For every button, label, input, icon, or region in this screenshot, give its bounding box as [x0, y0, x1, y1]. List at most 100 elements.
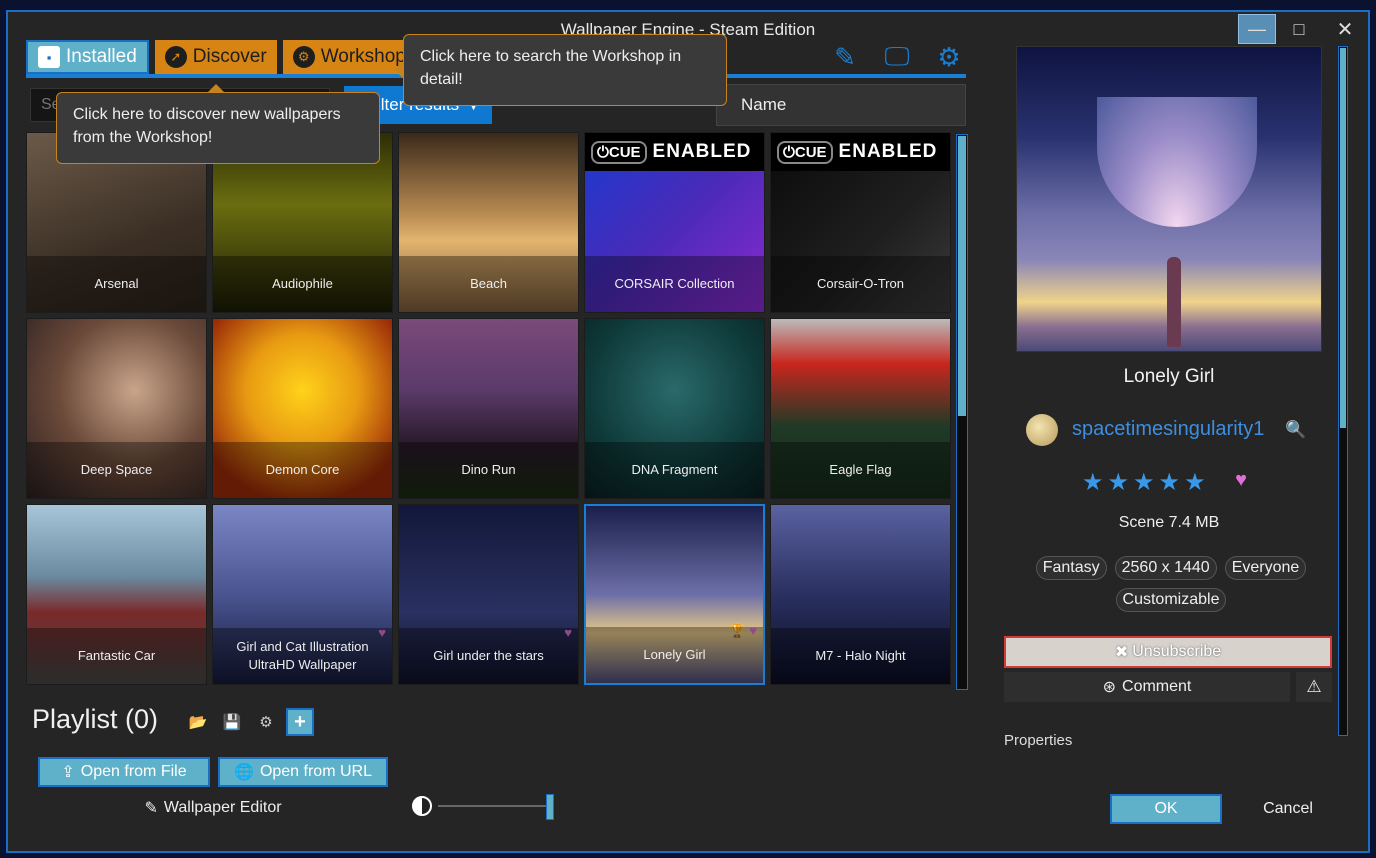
plus-icon: +: [294, 710, 306, 733]
wallpaper-title: Girl under the stars: [399, 628, 578, 684]
upload-icon: ⇪: [61, 764, 75, 781]
details-scroll-thumb[interactable]: [1340, 48, 1346, 428]
wallpaper-title: Lonely Girl: [1123, 366, 1215, 387]
wallpaper-tile[interactable]: Dino Run: [398, 318, 579, 499]
save-playlist-button[interactable]: 💾: [218, 708, 246, 736]
rating-stars: ★ ★ ★ ★ ★: [1082, 468, 1206, 497]
wallpaper-title: Arsenal: [27, 256, 206, 312]
wallpaper-title: Eagle Flag: [771, 442, 950, 498]
star-icon[interactable]: ★: [1184, 468, 1206, 497]
tag-list: Fantasy 2560 x 1440 Everyone Customizable: [1026, 556, 1316, 612]
add-to-playlist-button[interactable]: +: [286, 708, 314, 736]
wallpaper-tile[interactable]: ⏻CUE ENABLED Corsair-O-Tron: [770, 132, 951, 313]
gears-icon: ⚙: [259, 714, 273, 731]
workshop-tooltip: Click here to search the Workshop in det…: [394, 34, 727, 106]
wallpaper-tile[interactable]: DNA Fragment: [584, 318, 765, 499]
steam-icon: ⚙: [292, 46, 315, 68]
pencil-ruler-icon: ✎: [144, 800, 158, 817]
playlist-title: Playlist (0): [32, 704, 159, 734]
brightness-slider[interactable]: [438, 805, 546, 807]
x-icon: ✖: [1114, 644, 1129, 661]
author-link[interactable]: spacetimesingularity1: [1072, 418, 1264, 441]
display-icon[interactable]: 🖵: [882, 41, 912, 72]
wallpaper-title: Lonely Girl: [586, 627, 763, 683]
tab-installed[interactable]: ▪ Installed: [26, 40, 149, 74]
star-icon[interactable]: ★: [1108, 468, 1130, 497]
wallpaper-grid: Arsenal Audiophile Beach ⏻CUE ENABLED CORSAIR…: [26, 132, 954, 685]
wallpaper-title: Corsair-O-Tron: [771, 256, 950, 312]
wallpaper-meta: Scene 7.4 MB: [1118, 514, 1220, 531]
close-button[interactable]: ✕: [1326, 14, 1364, 44]
heart-icon: ♥: [1235, 468, 1247, 491]
details-scrollbar[interactable]: [1338, 46, 1348, 736]
cue-enabled-text: ENABLED: [652, 141, 752, 162]
wallpaper-title: DNA Fragment: [585, 442, 764, 498]
brightness-slider-handle[interactable]: [546, 794, 554, 820]
wallpaper-editor-label: Wallpaper Editor: [163, 799, 282, 816]
load-playlist-button[interactable]: 📂: [184, 708, 212, 736]
preview-moon: [1097, 97, 1257, 227]
maximize-button[interactable]: □: [1280, 14, 1318, 44]
discover-tooltip: Click here to discover new wallpapers fr…: [56, 84, 380, 164]
tag-chip[interactable]: Fantasy: [1035, 556, 1107, 580]
tab-label: Installed: [66, 46, 137, 67]
cue-enabled-banner: ⏻CUE ENABLED: [771, 133, 950, 171]
playlist-settings-button[interactable]: ⚙: [252, 708, 280, 736]
author-avatar[interactable]: [1026, 414, 1058, 446]
open-from-file-label: Open from File: [80, 763, 187, 780]
editor-tools-icon[interactable]: ✎: [830, 42, 860, 72]
report-button[interactable]: ⚠: [1296, 672, 1332, 702]
wallpaper-title: Demon Core: [213, 442, 392, 498]
open-from-url-label: Open from URL: [259, 763, 372, 780]
star-icon[interactable]: ★: [1159, 468, 1181, 497]
author-search-button[interactable]: 🔍: [1282, 416, 1310, 444]
compass-icon: ➚: [164, 46, 187, 68]
tab-label: Discover: [192, 46, 267, 67]
wallpaper-tile[interactable]: Beach: [398, 132, 579, 313]
main-tabs: ▪ Installed ➚ Discover ⚙ Workshop: [26, 40, 416, 74]
comment-button[interactable]: ⊛ Comment: [1004, 672, 1290, 702]
preview-figure: [1167, 257, 1181, 347]
warning-icon: ⚠: [1306, 677, 1322, 696]
settings-gear-icon[interactable]: ⚙: [934, 42, 964, 72]
wallpaper-title: Fantastic Car: [27, 628, 206, 684]
unsubscribe-label: Unsubscribe: [1132, 643, 1222, 660]
globe-icon: 🌐: [234, 764, 254, 781]
grid-scrollbar[interactable]: [956, 134, 968, 690]
tab-discover[interactable]: ➚ Discover: [154, 40, 277, 74]
properties-heading: Properties: [1004, 732, 1073, 749]
tag-chip[interactable]: 2560 x 1440: [1114, 556, 1217, 580]
toolbar-icons: ✎ 🖵 ⚙: [830, 41, 964, 72]
wallpaper-tile[interactable]: 🏆 ♥ Lonely Girl: [584, 504, 765, 685]
grid-scroll-thumb[interactable]: [958, 136, 966, 416]
star-icon[interactable]: ★: [1082, 468, 1104, 497]
comment-label: Comment: [1122, 678, 1192, 695]
open-from-file-button[interactable]: ⇪ Open from File: [38, 757, 210, 787]
tag-chip[interactable]: Everyone: [1224, 556, 1307, 580]
folder-icon: 📂: [188, 714, 208, 731]
wallpaper-tile[interactable]: Fantastic Car: [26, 504, 207, 685]
wallpaper-tile[interactable]: Eagle Flag: [770, 318, 951, 499]
star-icon[interactable]: ★: [1133, 468, 1155, 497]
sort-dropdown[interactable]: Name: [716, 84, 966, 126]
magnifier-icon: 🔍: [1285, 420, 1307, 439]
cancel-button[interactable]: Cancel: [1236, 794, 1340, 824]
unsubscribe-button[interactable]: ✖ Unsubscribe: [1004, 636, 1332, 668]
wallpaper-tile[interactable]: M7 - Halo Night: [770, 504, 951, 685]
wallpaper-tile[interactable]: ♥ Girl under the stars: [398, 504, 579, 685]
wallpaper-editor-button[interactable]: ✎ Wallpaper Editor: [40, 794, 386, 822]
floppy-disk-icon: ▪: [38, 46, 60, 68]
minimize-button[interactable]: —: [1238, 14, 1276, 44]
ok-button[interactable]: OK: [1110, 794, 1222, 824]
wallpaper-title: Audiophile: [213, 256, 392, 312]
wallpaper-tile[interactable]: Demon Core: [212, 318, 393, 499]
tag-chip[interactable]: Customizable: [1115, 588, 1227, 612]
wallpaper-tile[interactable]: ⏻CUE ENABLED CORSAIR Collection: [584, 132, 765, 313]
wallpaper-tile[interactable]: Deep Space: [26, 318, 207, 499]
wallpaper-tile[interactable]: ♥ Girl and Cat Illustration UltraHD Wallp…: [212, 504, 393, 685]
cue-enabled-text: ENABLED: [838, 141, 938, 162]
icue-logo: ⏻CUE: [591, 140, 647, 164]
favorite-button[interactable]: ♥: [1226, 466, 1256, 494]
wallpaper-title: Dino Run: [399, 442, 578, 498]
open-from-url-button[interactable]: 🌐 Open from URL: [218, 757, 388, 787]
